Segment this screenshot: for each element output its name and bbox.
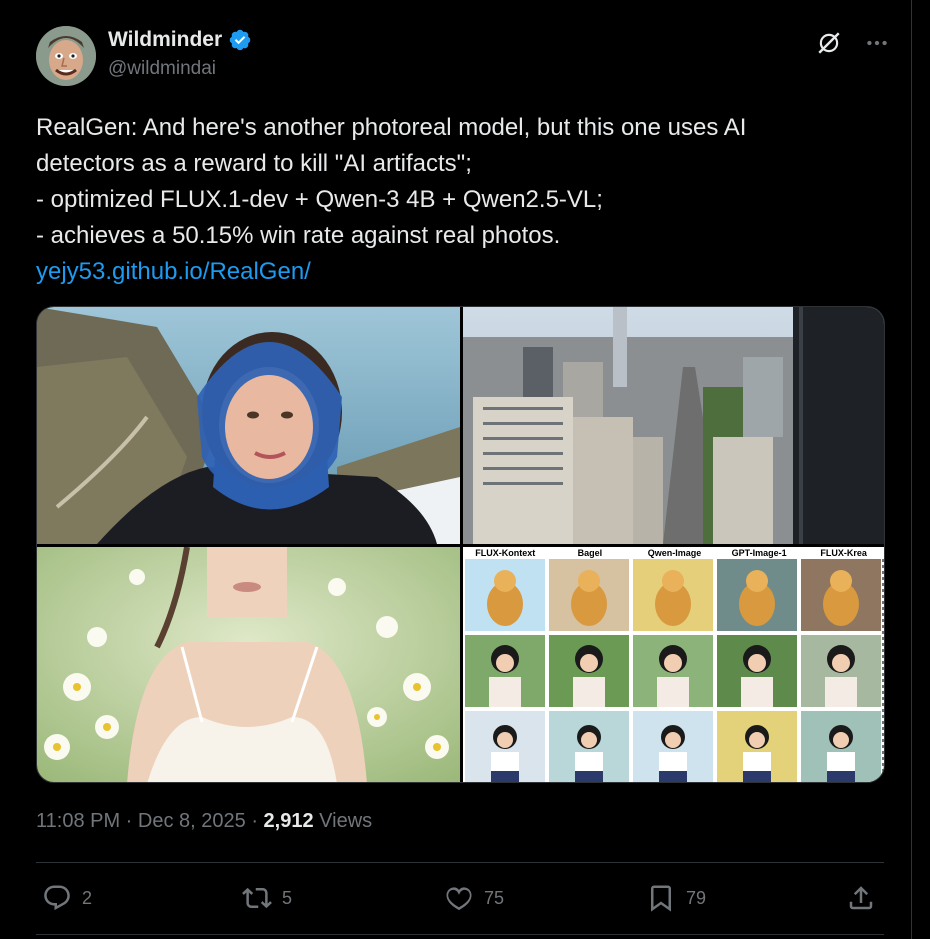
repost-button[interactable]: 5: [242, 876, 292, 920]
more-icon[interactable]: [864, 30, 890, 56]
action-bar: 2 5 75 79: [36, 876, 885, 922]
avatar-image: [36, 26, 96, 86]
divider: [36, 934, 884, 935]
bookmark-button[interactable]: 79: [646, 876, 706, 920]
photo-woman-flowers-image: [37, 547, 460, 782]
views-count: 2,912: [263, 810, 314, 832]
tweet-text-line: detectors as a reward to kill "AI artifa…: [36, 150, 472, 177]
tweet-time[interactable]: 11:08 PM: [36, 810, 120, 832]
comparison-grid-images: [465, 559, 884, 782]
tweet-text-line: RealGen: And here's another photoreal mo…: [36, 114, 747, 141]
photo-woman-flowers[interactable]: [37, 547, 460, 782]
media-grid: FLUX-Kontext Bagel Qwen-Image GPT-Image-…: [36, 306, 885, 783]
meta-separator: ·: [245, 810, 264, 832]
divider: [36, 862, 884, 863]
grok-icon[interactable]: [816, 30, 842, 56]
user-names: Wildminder @wildmindai: [108, 28, 252, 80]
bookmark-icon: [651, 885, 671, 912]
grid-header-label: Qwen-Image: [647, 548, 702, 558]
tweet-link[interactable]: yejy53.github.io/RealGen/: [36, 254, 866, 290]
grid-header-label: FLUX-Krea: [820, 548, 867, 558]
avatar[interactable]: [36, 26, 96, 86]
comparison-grid-header: FLUX-Kontext Bagel Qwen-Image GPT-Image-…: [463, 547, 884, 559]
repost-count: 5: [282, 887, 293, 908]
grid-header-label: FLUX-Kontext: [475, 548, 536, 558]
bookmark-count: 79: [686, 887, 707, 908]
tweet-date[interactable]: Dec 8, 2025: [138, 810, 246, 832]
reply-button[interactable]: 2: [42, 876, 92, 920]
grid-header-label: GPT-Image-1: [731, 548, 787, 558]
photo-woman-beanie[interactable]: [37, 307, 460, 544]
grid-header-label: Bagel: [577, 548, 603, 558]
photo-woman-beanie-image: [37, 307, 460, 544]
photo-city-aerial[interactable]: [463, 307, 884, 544]
repost-icon: [242, 887, 272, 909]
tweet-text-line: - achieves a 50.15% win rate against rea…: [36, 222, 561, 249]
top-icons: [816, 30, 890, 56]
tweet-text-line: - optimized FLUX.1-dev + Qwen-3 4B + Qwe…: [36, 186, 603, 213]
display-name[interactable]: Wildminder: [108, 28, 222, 52]
share-icon: [849, 886, 873, 910]
tweet-header: Wildminder @wildmindai: [36, 26, 890, 86]
reply-count: 2: [82, 887, 93, 908]
photo-city-aerial-image: [463, 307, 884, 544]
reply-icon: [44, 885, 70, 911]
user-handle[interactable]: @wildmindai: [108, 58, 252, 80]
tweet-text: RealGen: And here's another photoreal mo…: [36, 110, 866, 290]
views-label: Views: [313, 810, 373, 832]
like-button[interactable]: 75: [444, 876, 504, 920]
comparison-grid[interactable]: FLUX-Kontext Bagel Qwen-Image GPT-Image-…: [463, 547, 884, 782]
share-button[interactable]: [846, 876, 876, 920]
verified-badge-icon: [229, 29, 251, 51]
display-name-row[interactable]: Wildminder: [108, 28, 252, 52]
meta-separator: ·: [120, 810, 138, 832]
like-count: 75: [484, 887, 505, 908]
heart-icon: [446, 887, 472, 911]
tweet-meta: 11:08 PM · Dec 8, 2025 · 2,912 Views: [36, 810, 372, 833]
